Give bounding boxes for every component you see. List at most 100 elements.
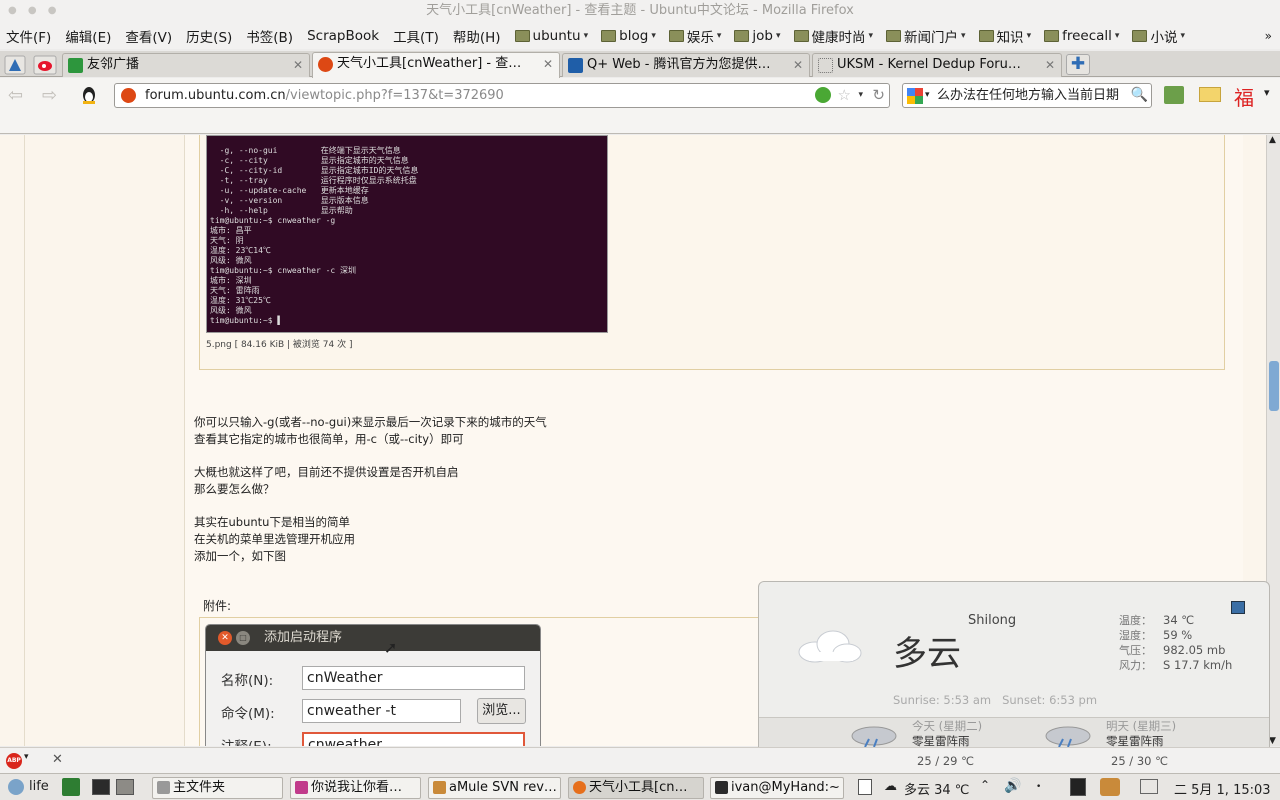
menu-view[interactable]: 查看(V): [125, 26, 172, 46]
close-icon[interactable]: ✕: [293, 54, 303, 76]
paragraph-line: 你可以只输入-g(或者--no-gui)来显示最后一次记录下来的城市的天气: [194, 415, 547, 429]
clipboard-icon[interactable]: [858, 779, 872, 795]
tray-weather[interactable]: 多云 34 ℃: [904, 779, 969, 798]
bookmark-folder-knowledge[interactable]: 知识 ▾: [978, 26, 1031, 46]
go-arrow-icon[interactable]: [815, 87, 831, 103]
scroll-down-icon[interactable]: ▼: [1269, 736, 1276, 746]
close-icon[interactable]: ✕: [543, 53, 553, 75]
qq-penguin-icon[interactable]: [78, 84, 100, 106]
forward-arrow-icon[interactable]: ⇨: [42, 85, 57, 106]
bookmark-folder-novel[interactable]: 小说 ▾: [1132, 26, 1185, 46]
scrollbar-thumb[interactable]: [1269, 361, 1279, 411]
bookmark-label: job: [752, 27, 773, 44]
tab-qplus[interactable]: Q+ Web - 腾讯官方为您提供… ✕: [562, 53, 810, 77]
terminal-line: -v, --version 显示版本信息: [210, 196, 369, 205]
bookmark-folder-freecall[interactable]: freecall ▾: [1044, 28, 1119, 44]
bookmark-label: 小说: [1150, 29, 1178, 46]
bookmarks-overflow-icon[interactable]: »: [1265, 29, 1272, 43]
forecast-day: 明天 (星期三): [1106, 719, 1177, 733]
task-label: 天气小工具[cn…: [589, 780, 688, 795]
comment-label: 注释(E):: [221, 735, 272, 746]
monitor-icon[interactable]: [1231, 601, 1245, 614]
search-box[interactable]: ▾ 么办法在任何地方输入当前日期 🔍: [902, 83, 1152, 108]
bookmark-folder-ubuntu[interactable]: ubuntu ▾: [514, 28, 589, 44]
folder-icon: [734, 29, 750, 42]
toolbar-menu-chevron-icon[interactable]: ▾: [1264, 86, 1270, 99]
menu-tools[interactable]: 工具(T): [393, 26, 439, 46]
adblock-icon[interactable]: ABP: [6, 753, 22, 769]
bookmark-folder-health[interactable]: 健康时尚 ▾: [793, 26, 874, 46]
folder-icon: [886, 29, 902, 42]
terminal-line: -t, --tray 运行程序时仅显示系统托盘: [210, 176, 417, 185]
spreadsheet-launcher-icon[interactable]: [62, 778, 80, 796]
bookmark-folder-entertainment[interactable]: 娱乐 ▾: [668, 26, 722, 46]
menu-scrapbook[interactable]: ScrapBook: [307, 28, 379, 44]
chevron-down-icon: ▾: [1180, 30, 1185, 41]
chevron-down-icon: ▾: [868, 30, 874, 41]
attachment-label: 附件:: [203, 599, 232, 613]
task-amule[interactable]: aMule SVN rev…: [428, 777, 561, 799]
amule-tray-icon[interactable]: [1100, 778, 1120, 796]
terminal-launcher-icon[interactable]: [92, 779, 110, 795]
green-folder-icon[interactable]: [1164, 86, 1184, 104]
close-icon[interactable]: ✕: [793, 54, 803, 76]
search-input[interactable]: 么办法在任何地方输入当前日期: [937, 88, 1119, 103]
search-engine-dropdown-icon[interactable]: ▾: [925, 84, 930, 107]
adblock-menu-chevron-icon[interactable]: ▾: [24, 752, 29, 762]
app-tab-a-icon[interactable]: [4, 55, 26, 75]
fu-character-icon[interactable]: 福: [1234, 82, 1254, 111]
url-bar[interactable]: forum.ubuntu.com.cn/viewtopic.php?f=137&…: [114, 83, 890, 108]
navigation-toolbar: ⇦ ⇨ forum.ubuntu.com.cn/viewtopic.php?f=…: [0, 78, 1280, 134]
bookmark-folder-news[interactable]: 新闻门户 ▾: [886, 26, 966, 46]
tab-label: Q+ Web - 腾讯官方为您提供…: [587, 57, 771, 72]
app-tab-weibo-icon[interactable]: [33, 55, 57, 75]
tray-bullet-icon[interactable]: •: [1036, 782, 1041, 792]
network-monitor-icon[interactable]: [1070, 778, 1086, 796]
menu-edit[interactable]: 编辑(E): [65, 26, 111, 46]
mail-icon[interactable]: [1199, 87, 1221, 102]
bookmark-star-icon[interactable]: ☆: [838, 84, 851, 107]
bookmark-folder-blog[interactable]: blog ▾: [601, 28, 656, 44]
task-music-player[interactable]: 你说我让你看…: [290, 777, 421, 799]
url-dropdown-icon[interactable]: ▾: [858, 84, 863, 107]
terminal-line: 风级: 微风: [210, 256, 252, 265]
bookmark-label: 娱乐: [686, 29, 714, 46]
menu-history[interactable]: 历史(S): [186, 26, 232, 46]
volume-icon[interactable]: 🔊: [1004, 778, 1021, 794]
terminal-line: 天气: 雷阵雨: [210, 286, 260, 295]
clock[interactable]: 二 5月 1, 15:03: [1174, 779, 1271, 798]
terminal-line: tim@ubuntu:~$ cnweather -g: [210, 216, 336, 225]
show-desktop-icon[interactable]: [116, 779, 134, 795]
bookmark-folder-job[interactable]: job ▾: [734, 27, 781, 44]
keyboard-icon[interactable]: [1140, 779, 1158, 794]
task-home-folder[interactable]: 主文件夹: [152, 777, 283, 799]
task-firefox[interactable]: 天气小工具[cn…: [568, 777, 704, 799]
start-menu-label[interactable]: life: [29, 779, 49, 794]
tray-weather-icon[interactable]: ☁: [884, 779, 897, 794]
tab-cnweather[interactable]: 天气小工具[cnWeather] - 查… ✕: [312, 52, 560, 78]
menu-help[interactable]: 帮助(H): [453, 26, 501, 46]
mouse-cursor-icon: ➚: [384, 638, 398, 657]
start-menu-icon[interactable]: [8, 779, 24, 795]
new-tab-icon[interactable]: ✚: [1066, 54, 1090, 75]
chevron-down-icon: ▾: [716, 30, 722, 41]
google-icon[interactable]: [907, 88, 923, 104]
window-controls[interactable]: ● ● ●: [8, 0, 61, 21]
menu-file[interactable]: 文件(F): [6, 26, 51, 46]
chevron-down-icon: ▾: [583, 30, 589, 41]
tray-expand-icon[interactable]: ⌃: [980, 778, 990, 792]
back-arrow-icon[interactable]: ⇦: [8, 85, 23, 106]
task-terminal[interactable]: ivan@MyHand:~: [710, 777, 844, 799]
tab-uksm[interactable]: UKSM - Kernel Dedup Foru… ✕: [812, 53, 1062, 77]
reload-icon[interactable]: ↻: [872, 84, 885, 107]
task-label: aMule SVN rev…: [449, 780, 557, 795]
search-icon[interactable]: 🔍: [1131, 84, 1148, 107]
tab-douban[interactable]: 友邻广播 ✕: [62, 53, 310, 77]
close-icon[interactable]: ✕: [1045, 54, 1055, 76]
forecast-temp: 25 / 30 ℃: [1111, 754, 1169, 768]
paragraph-line: 在关机的菜单里选管理开机应用: [194, 532, 355, 546]
scroll-up-icon[interactable]: ▲: [1269, 135, 1276, 145]
menu-bookmarks[interactable]: 书签(B): [246, 26, 293, 46]
close-findbar-icon[interactable]: ✕: [52, 752, 63, 767]
browse-button: 浏览...: [477, 698, 526, 724]
